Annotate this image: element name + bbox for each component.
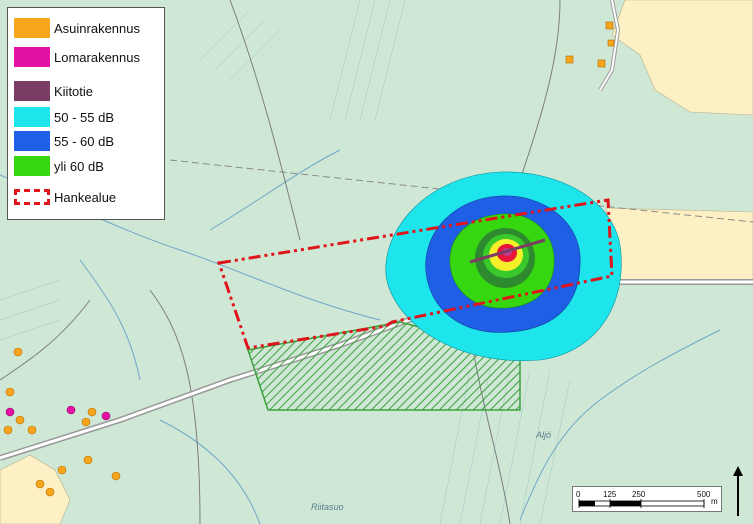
legend-item-above-60: yli 60 dB — [14, 155, 104, 177]
place-name-south: Riitasuo — [311, 502, 344, 512]
legend-item-holiday: Lomarakennus — [14, 46, 140, 68]
scale-bar: 0 125 250 500 m — [572, 486, 722, 512]
legend-item-runway: Kiitotie — [14, 80, 93, 102]
north-arrow-icon — [733, 466, 743, 516]
legend-swatch-above-60 — [14, 156, 50, 176]
legend-label-runway: Kiitotie — [54, 83, 94, 99]
scale-bar-graphic — [578, 499, 705, 508]
legend-label-above-60: yli 60 dB — [54, 158, 104, 174]
legend-swatch-project-area — [14, 189, 50, 205]
legend-swatch-50-55 — [14, 107, 50, 127]
place-name-creek: Aljö — [536, 430, 552, 440]
legend-label-holiday: Lomarakennus — [54, 49, 140, 65]
legend-item-residential: Asuinrakennus — [14, 17, 140, 39]
legend-swatch-residential — [14, 18, 50, 38]
legend-item-project-area: Hankealue — [14, 186, 116, 208]
legend-item-55-60: 55 - 60 dB — [14, 130, 114, 152]
legend-swatch-holiday — [14, 47, 50, 67]
legend-swatch-55-60 — [14, 131, 50, 151]
legend-label-50-55: 50 - 55 dB — [54, 109, 114, 125]
map-legend: Asuinrakennus Lomarakennus Kiitotie 50 -… — [7, 7, 165, 220]
legend-label-55-60: 55 - 60 dB — [54, 133, 114, 149]
legend-label-project-area: Hankealue — [54, 189, 117, 205]
legend-item-50-55: 50 - 55 dB — [14, 106, 114, 128]
noise-map: Riitasuo Aljö Asuinrakennus Lomarakennus… — [0, 0, 753, 524]
legend-label-residential: Asuinrakennus — [54, 20, 140, 36]
legend-swatch-runway — [14, 81, 50, 101]
